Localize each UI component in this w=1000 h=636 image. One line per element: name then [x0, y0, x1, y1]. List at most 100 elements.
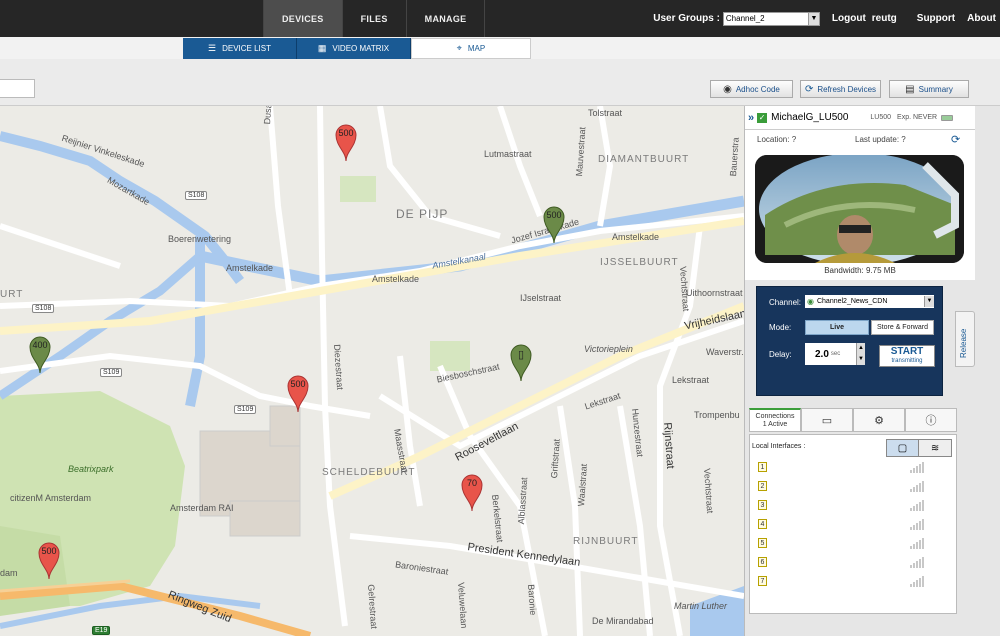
interface-number: 4 [758, 519, 767, 529]
tab-settings[interactable]: ⚙ [853, 408, 905, 432]
tab-devices[interactable]: DEVICES [263, 0, 342, 37]
device-marker[interactable]: 500 [37, 540, 61, 580]
district-label: RIJNBUURT [573, 536, 639, 547]
tab-info[interactable]: ⓘ [905, 408, 957, 432]
top-right-menu: User Groups : Channel_2 ▼ Logout reutg S… [641, 0, 996, 37]
signal-bars-icon [910, 557, 925, 568]
refresh-icon[interactable]: ⟳ [951, 133, 960, 146]
last-update-text: Last update: ? [855, 135, 906, 144]
username: reutg [871, 13, 897, 24]
checkbox-icon[interactable]: ✓ [757, 112, 768, 123]
tab-monitor[interactable]: ▭ [801, 408, 853, 432]
video-frame [755, 155, 964, 263]
tab-connections[interactable]: Connections 1 Active [749, 408, 801, 432]
device-model: LU500 [870, 114, 892, 121]
street-label: Victorieplein [584, 344, 633, 354]
signal-bars-icon [910, 538, 925, 549]
district-label: URT [0, 289, 24, 300]
interface-row[interactable]: 6 [758, 557, 948, 571]
support-link[interactable]: Support [917, 13, 955, 24]
street-label: De Mirandabad [592, 616, 654, 626]
refresh-devices-button[interactable]: ⟳ Refresh Devices [800, 80, 881, 98]
interface-row[interactable]: 4 [758, 519, 948, 533]
chevron-down-icon: ▼ [807, 12, 819, 25]
route-shield: S109 [100, 368, 123, 377]
list-icon: ☰ [208, 43, 217, 53]
street-label: Lekstraat [672, 375, 710, 385]
panel-tabs: Connections 1 Active ▭ ⚙ ⓘ [749, 408, 957, 434]
interface-row[interactable]: 1 [758, 462, 948, 476]
user-groups-label: User Groups : [653, 13, 720, 24]
tab-files[interactable]: FILES [341, 0, 406, 37]
release-label: Release [959, 328, 968, 358]
user-group-select[interactable]: Channel_2 ▼ [722, 11, 820, 26]
device-marker[interactable]: 400 [28, 334, 52, 374]
route-shield: S108 [185, 191, 208, 200]
device-marker[interactable]: 500 [334, 122, 358, 162]
toolbar: ◉ Adhoc Code ⟳ Refresh Devices ▤ Summary [0, 59, 1000, 106]
start-sub-label: transmitting [891, 358, 923, 364]
street-label: Amstelkade [372, 274, 420, 284]
tab-video-matrix[interactable]: ▦ VIDEO MATRIX [297, 38, 411, 59]
document-icon: ▤ [905, 83, 915, 95]
device-info: Location: ? Last update: ? ⟳ Bandwidth: [745, 130, 975, 280]
marker-label: 400 [32, 340, 48, 350]
tab-device-list[interactable]: ☰ DEVICE LIST [183, 38, 297, 59]
refresh-devices-label: Refresh Devices [817, 84, 877, 94]
video-preview[interactable] [755, 155, 964, 263]
main-nav: DEVICES FILES MANAGE [263, 0, 486, 37]
tab-map[interactable]: ⌖ MAP [411, 38, 531, 59]
stepper-arrows-icon[interactable]: ▲ ▼ [856, 343, 865, 365]
mode-label: Mode: [769, 323, 792, 332]
interface-number: 2 [758, 481, 767, 491]
interface-row[interactable]: 3 [758, 500, 948, 514]
signal-bars-icon [910, 576, 925, 587]
interface-number: 5 [758, 538, 767, 548]
user-group-value: Channel_2 [725, 14, 765, 23]
wifi-icon[interactable]: ≋ [919, 440, 951, 456]
interface-row[interactable]: 2 [758, 481, 948, 495]
delay-stepper[interactable]: 2.0 sec ▲ ▼ [805, 343, 865, 365]
interface-row[interactable]: 5 [758, 538, 948, 552]
marker-label: 500 [546, 210, 562, 220]
marker-label: 500 [290, 379, 306, 389]
device-panel: » ✓ MichaelG_LU500 LU500 Exp. NEVER Loca… [744, 106, 1000, 636]
top-bar: DEVICES FILES MANAGE User Groups : Chann… [0, 0, 1000, 37]
street-label: IJselstraat [520, 293, 562, 303]
delay-label: Delay: [769, 350, 792, 359]
connections-active: 1 Active [762, 420, 788, 428]
district-label: DIAMANTBUURT [598, 154, 690, 165]
search-input[interactable] [0, 79, 35, 98]
signal-bars-icon [910, 481, 925, 492]
signal-bars-icon [910, 500, 925, 511]
grid-icon: ▦ [317, 43, 327, 53]
marker-label: 500 [41, 546, 57, 556]
summary-button[interactable]: ▤ Summary [889, 80, 969, 98]
device-icon[interactable]: ▢ [887, 440, 920, 456]
map-view[interactable]: DE PIJP DIAMANTBUURT IJSSELBUURT SCHELDE… [0, 106, 744, 636]
device-marker[interactable]: 70 [460, 472, 484, 512]
about-link[interactable]: About [967, 13, 996, 24]
device-marker[interactable]: ▯ [509, 342, 533, 382]
collapse-arrow-icon[interactable]: » [748, 112, 754, 124]
route-shield: E19 [92, 626, 111, 635]
start-transmitting-button[interactable]: START transmitting [879, 345, 935, 367]
interface-type-toggle[interactable]: ▢ ≋ [886, 439, 952, 457]
channel-value: Channel2_News_CDN [816, 298, 888, 305]
device-marker[interactable]: 500 [286, 373, 310, 413]
street-label: Lutmastraat [484, 149, 532, 159]
route-shield: S109 [234, 405, 257, 414]
channel-select[interactable]: ◉ Channel2_News_CDN ▼ [805, 295, 934, 308]
release-button[interactable]: Release [955, 311, 975, 367]
logout-link[interactable]: Logout [832, 13, 866, 24]
marker-label: 500 [338, 128, 354, 138]
mode-live-button[interactable]: Live [805, 320, 869, 335]
interface-row[interactable]: 7 [758, 576, 948, 590]
device-marker[interactable]: 500 [542, 204, 566, 244]
location-text: Location: ? [757, 135, 797, 144]
tab-manage[interactable]: MANAGE [405, 0, 486, 37]
adhoc-code-button[interactable]: ◉ Adhoc Code [710, 80, 793, 98]
channel-label: Channel: [769, 298, 802, 307]
street-label: Tolstraat [588, 108, 623, 118]
mode-store-forward-button[interactable]: Store & Forward [871, 320, 934, 335]
